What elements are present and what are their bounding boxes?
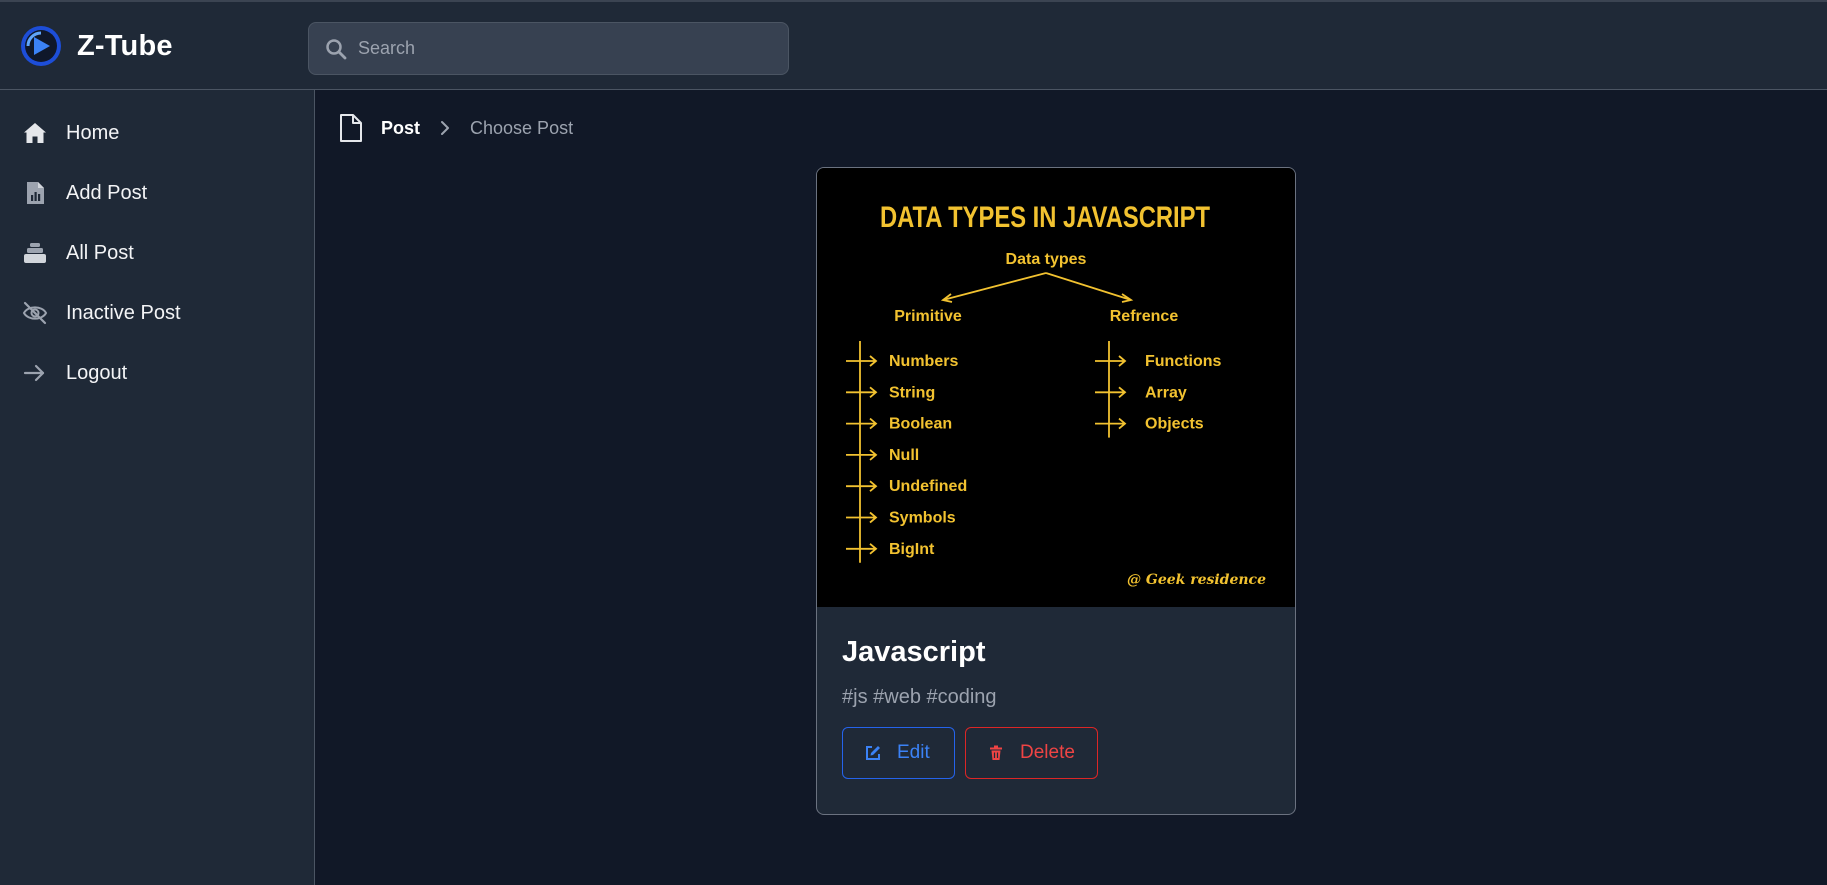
list-item-label: Undefined	[889, 478, 967, 495]
sidebar: Home Add Post All Post Inactive Post Log…	[0, 90, 315, 885]
list-item-label: Numbers	[889, 353, 958, 370]
list-arrow	[846, 417, 878, 430]
z-tube-logo-icon	[21, 26, 61, 66]
sidebar-item-add-post[interactable]: Add Post	[0, 168, 314, 218]
infographic-branch-arrows	[940, 272, 1134, 303]
document-icon	[340, 114, 362, 142]
list-arrow	[1095, 355, 1127, 367]
edit-button[interactable]: Edit	[842, 727, 955, 779]
reference-list: Functions Array Objects	[1095, 341, 1222, 438]
stack-icon	[24, 243, 46, 263]
infographic-heading: DATA TYPES IN JAVASCRIPT	[880, 201, 1210, 234]
sidebar-item-label: Inactive Post	[66, 301, 181, 324]
list-arrow	[846, 449, 878, 461]
primitive-list: Numbers String Boolean Null Undefined Symbols…	[846, 341, 967, 563]
breadcrumb: Post Choose Post	[338, 112, 573, 144]
list-arrow	[1095, 417, 1127, 430]
sidebar-item-inactive-post[interactable]: Inactive Post	[0, 288, 314, 338]
infographic-reference-label: Refrence	[1110, 308, 1179, 325]
infographic-root-label: Data types	[1006, 251, 1087, 268]
home-icon	[24, 123, 46, 143]
list-item-label: Symbols	[889, 510, 956, 527]
breadcrumb-post-link[interactable]: Post	[381, 118, 420, 139]
delete-button[interactable]: Delete	[965, 727, 1098, 779]
brand[interactable]: Z-Tube	[20, 25, 173, 67]
list-item-label: Objects	[1145, 416, 1204, 433]
list-arrow	[846, 480, 878, 492]
list-arrow	[846, 386, 878, 398]
post-title: Javascript	[842, 636, 986, 668]
post-tags: #js #web #coding	[842, 686, 997, 708]
search-icon	[326, 38, 347, 59]
list-arrow	[846, 511, 878, 524]
top-bar: Z-Tube	[0, 0, 1827, 90]
sidebar-item-label: Home	[66, 121, 120, 144]
breadcrumb-current: Choose Post	[470, 117, 574, 138]
list-arrow	[846, 543, 878, 555]
chevron-right-icon	[441, 121, 450, 135]
sidebar-item-home[interactable]: Home	[0, 108, 314, 158]
list-item-label: Null	[889, 447, 919, 464]
list-item-label: String	[889, 384, 935, 401]
infographic-primitive-label: Primitive	[894, 308, 962, 325]
edit-icon	[866, 746, 880, 760]
app-name: Z-Tube	[77, 29, 173, 62]
arrow-right-icon	[23, 364, 45, 382]
post-card: DATA TYPES IN JAVASCRIPT Data types Prim…	[816, 167, 1296, 815]
list-item-label: Boolean	[889, 416, 952, 433]
sidebar-item-label: All Post	[66, 241, 134, 264]
delete-button-label: Delete	[1020, 742, 1075, 763]
list-item-label: Array	[1145, 384, 1187, 401]
search-input[interactable]	[358, 38, 778, 59]
eye-slash-icon	[22, 301, 48, 325]
list-arrow	[1095, 386, 1127, 398]
list-arrow	[846, 355, 878, 367]
list-item-label: Functions	[1145, 353, 1222, 370]
sidebar-item-all-post[interactable]: All Post	[0, 228, 314, 278]
edit-button-label: Edit	[897, 742, 930, 763]
post-thumbnail: DATA TYPES IN JAVASCRIPT Data types Prim…	[817, 168, 1295, 607]
sidebar-item-label: Logout	[66, 361, 128, 384]
search-box[interactable]	[308, 22, 789, 75]
data-types-infographic: DATA TYPES IN JAVASCRIPT Data types Prim…	[846, 201, 1266, 588]
list-item-label: BigInt	[889, 541, 935, 558]
document-chart-icon	[27, 182, 44, 204]
sidebar-item-logout[interactable]: Logout	[0, 348, 314, 398]
trash-icon	[990, 745, 1002, 760]
sidebar-item-label: Add Post	[66, 181, 148, 204]
infographic-credit: @ Geek residence	[1127, 572, 1266, 588]
